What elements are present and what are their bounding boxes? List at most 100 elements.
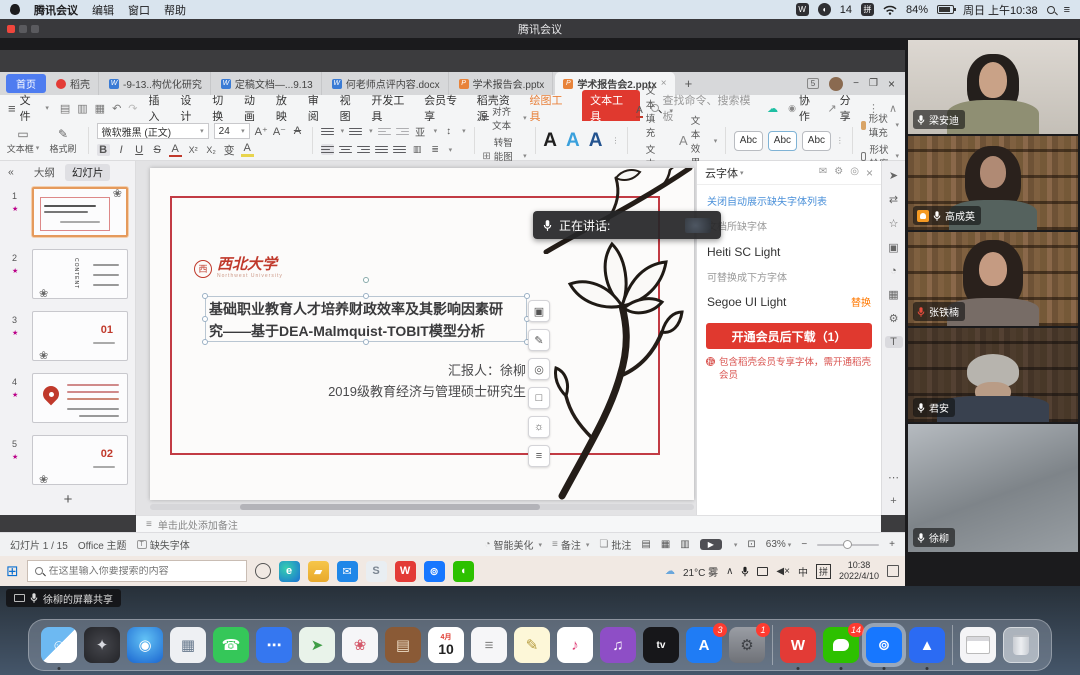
- dock-music[interactable]: ♪: [557, 627, 593, 663]
- layers-tool-icon[interactable]: ▣: [888, 241, 898, 254]
- float-notes-icon[interactable]: ≡: [528, 445, 550, 467]
- print-icon[interactable]: ▦: [95, 102, 105, 115]
- cloud-sync-icon[interactable]: ☁: [767, 102, 778, 115]
- theme-name[interactable]: Office 主题: [78, 537, 127, 552]
- text-fill-button[interactable]: A文本填充▾: [636, 83, 673, 139]
- slide-thumb-2[interactable]: ❀ CONTENT: [32, 249, 128, 299]
- align-right-icon[interactable]: [357, 144, 370, 155]
- add-slide-button[interactable]: +: [0, 491, 136, 508]
- dock-trash[interactable]: [1003, 627, 1039, 663]
- menu-insert[interactable]: 插入: [149, 92, 170, 124]
- increase-font-icon[interactable]: A⁺: [255, 125, 268, 138]
- subscript-button[interactable]: X₂: [205, 145, 218, 155]
- participant-tile[interactable]: 徐柳: [908, 424, 1078, 552]
- notes-bar[interactable]: ≡ 单击此处添加备注: [136, 515, 881, 532]
- dock-finder[interactable]: ☺: [41, 627, 77, 663]
- favorite-tool-icon[interactable]: ☆: [889, 217, 899, 230]
- taskbar-search-input[interactable]: [49, 566, 229, 577]
- menu-review[interactable]: 审阅: [308, 92, 329, 124]
- char-spacing-icon[interactable]: 亚: [414, 124, 427, 139]
- participant-tile[interactable]: 梁安迪: [908, 40, 1078, 134]
- menu-view[interactable]: 视图: [340, 92, 361, 124]
- para-settings-icon[interactable]: ≣: [429, 144, 442, 155]
- start-button[interactable]: ⊞: [6, 562, 19, 580]
- slide-thumb-3[interactable]: ❀ 01: [32, 311, 128, 361]
- view-sorter-icon[interactable]: ▦: [661, 539, 670, 550]
- slide-thumb-4[interactable]: [32, 373, 128, 423]
- underline-button[interactable]: U: [133, 144, 146, 156]
- rotate-handle[interactable]: [363, 277, 369, 283]
- zoom-slider[interactable]: [817, 544, 879, 546]
- dock-calendar[interactable]: 4月10: [428, 627, 464, 663]
- dock-appstore[interactable]: A3: [686, 627, 722, 663]
- strip-more-icon[interactable]: ⋯: [888, 471, 899, 484]
- clear-format-icon[interactable]: A: [291, 125, 304, 137]
- dock-journal[interactable]: ▤: [385, 627, 421, 663]
- text-preset-2[interactable]: A: [566, 130, 580, 152]
- menu-member[interactable]: 会员专享: [424, 92, 466, 124]
- bold-button[interactable]: B: [97, 144, 110, 156]
- spotlight-icon[interactable]: [1047, 6, 1055, 14]
- gear-tool-icon[interactable]: ⚙: [889, 312, 899, 325]
- dock-screenshot-preview[interactable]: [960, 627, 996, 663]
- dock-wps[interactable]: W: [780, 627, 816, 663]
- tray-lang[interactable]: 中: [798, 564, 808, 579]
- menu-slideshow[interactable]: 放映: [276, 92, 297, 124]
- window-zoom-button[interactable]: [31, 25, 39, 33]
- dock-safari[interactable]: ◉: [127, 627, 163, 663]
- format-painter[interactable]: ✎格式刷: [46, 123, 80, 158]
- dock-maps[interactable]: ➤: [299, 627, 335, 663]
- wechat-statusbar-icon[interactable]: ◖: [818, 3, 831, 16]
- canvas-hscrollbar[interactable]: [150, 504, 694, 510]
- bullets-icon[interactable]: [321, 126, 334, 137]
- menu-transition[interactable]: 切换: [212, 92, 233, 124]
- align-text-button[interactable]: 对齐文本▾: [482, 104, 526, 132]
- notification-center-icon[interactable]: [887, 565, 899, 577]
- notify-icon[interactable]: ◎: [850, 166, 859, 180]
- float-shape-icon[interactable]: □: [528, 387, 550, 409]
- weather-text[interactable]: 21°C 雾: [683, 564, 718, 579]
- tray-expand-icon[interactable]: ∧: [726, 566, 733, 577]
- tab-docer[interactable]: 稻壳: [48, 72, 99, 95]
- italic-button[interactable]: I: [115, 144, 128, 156]
- selection-handle[interactable]: [202, 339, 208, 345]
- beautify-button[interactable]: ◔智能美化▾: [484, 537, 542, 552]
- menu-window[interactable]: 窗口: [128, 2, 150, 18]
- feedback-icon[interactable]: ✉: [819, 166, 827, 180]
- shape-style-more-icon[interactable]: ⋮: [836, 136, 844, 145]
- tab-slides-active[interactable]: 幻灯片: [65, 164, 111, 181]
- tray-time[interactable]: 10:38: [839, 560, 879, 571]
- missing-font-status[interactable]: T缺失字体: [137, 537, 190, 552]
- slide-title-textbox[interactable]: 基础职业教育人才培养财政效率及其影响因素研 究——基于DEA-Malmquist…: [205, 296, 527, 342]
- zoom-out-icon[interactable]: −: [801, 539, 807, 550]
- dock-wechat[interactable]: 14: [823, 627, 859, 663]
- font-color-button[interactable]: A: [169, 143, 182, 157]
- save-icon[interactable]: ▤: [60, 102, 70, 115]
- wps-taskbar-icon[interactable]: W: [395, 561, 416, 582]
- selection-handle[interactable]: [202, 316, 208, 322]
- participant-tile[interactable]: 君安: [908, 328, 1078, 422]
- account-avatar[interactable]: [829, 77, 843, 91]
- align-left-icon[interactable]: [321, 144, 334, 155]
- increase-indent-icon[interactable]: [396, 126, 409, 137]
- menu-edit[interactable]: 编辑: [92, 2, 114, 18]
- wps-statusbar-icon[interactable]: W: [796, 3, 809, 16]
- control-center-icon[interactable]: ≡: [1064, 4, 1070, 16]
- wechat-taskbar-icon[interactable]: ◖: [453, 561, 474, 582]
- play-slideshow-button[interactable]: ▶: [700, 539, 722, 550]
- textbox-tool[interactable]: ▭文本框▾: [6, 123, 40, 158]
- settings-icon[interactable]: ⚙: [834, 166, 843, 180]
- quick-tool-icon[interactable]: ➤: [889, 169, 898, 182]
- close-panel-icon[interactable]: ×: [866, 166, 873, 180]
- collab-button[interactable]: ◉协作: [788, 92, 817, 124]
- undo-icon[interactable]: ↶: [112, 102, 121, 115]
- battery-icon[interactable]: [937, 5, 954, 14]
- menu-animation[interactable]: 动画: [244, 92, 265, 124]
- highlight-button[interactable]: A: [241, 142, 254, 157]
- dock-photos[interactable]: ❀: [342, 627, 378, 663]
- font-tool-icon-active[interactable]: T: [885, 336, 903, 348]
- window-close-button[interactable]: [7, 25, 15, 33]
- float-zoom-icon[interactable]: ◎: [528, 358, 550, 380]
- distribute-icon[interactable]: [393, 144, 406, 155]
- dock-facetime[interactable]: ☎: [213, 627, 249, 663]
